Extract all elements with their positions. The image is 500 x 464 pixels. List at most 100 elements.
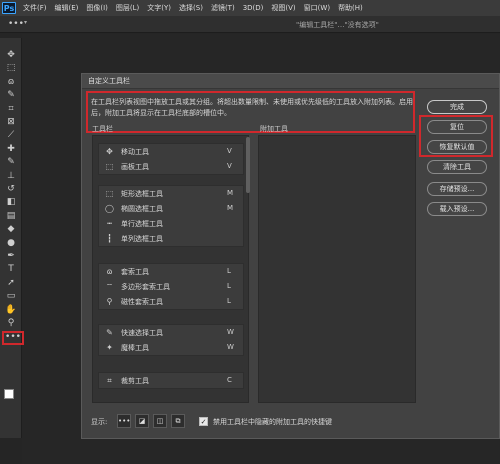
more-icon[interactable]: ••• <box>117 414 131 428</box>
blur-tool-icon[interactable]: ◆ <box>3 222 19 236</box>
tool-shortcut: V <box>227 162 232 170</box>
lasso-tool-icon[interactable]: ɷ <box>3 75 19 89</box>
tool-name: 椭圆选框工具 <box>121 205 163 213</box>
menu-layer[interactable]: 图层(L) <box>112 3 143 13</box>
menu-help[interactable]: 帮助(H) <box>334 3 367 13</box>
magic-wand-icon: ✦ <box>106 343 113 352</box>
screen-mode-icon[interactable]: ⧉ <box>171 414 185 428</box>
options-hint: "编辑工具栏"…"没有选项" <box>296 21 379 29</box>
crop-icon: ⌗ <box>107 376 112 385</box>
tool-name: 移动工具 <box>121 148 149 156</box>
tool-row[interactable]: ✎ 快速选择工具 W <box>99 325 243 340</box>
menu-3d[interactable]: 3D(D) <box>239 4 268 12</box>
tool-row[interactable]: ɷ 套索工具 L <box>99 264 243 279</box>
toolbar-list-scrollbar[interactable] <box>246 137 250 193</box>
more-tools-icon[interactable]: ••• <box>8 20 24 29</box>
stamp-tool-icon[interactable]: ⊥ <box>3 169 19 183</box>
history-brush-icon[interactable]: ↺ <box>3 182 19 196</box>
hand-tool-icon[interactable]: ✋ <box>3 303 19 317</box>
column-marquee-icon: ┇ <box>107 234 112 243</box>
crop-tool-icon[interactable]: ⌗ <box>3 102 19 116</box>
tool-row[interactable]: ⬚ 画板工具 V <box>99 159 243 174</box>
gradient-tool-icon[interactable]: ▤ <box>3 209 19 223</box>
menu-select[interactable]: 选择(S) <box>175 3 207 13</box>
menu-file[interactable]: 文件(F) <box>19 3 51 13</box>
tool-name: 单列选框工具 <box>121 235 163 243</box>
load-preset-button[interactable]: 载入预设... <box>427 202 487 216</box>
ellipse-marquee-icon: ◯ <box>105 204 114 213</box>
tool-name: 画板工具 <box>121 163 149 171</box>
menu-type[interactable]: 文字(Y) <box>143 3 175 13</box>
tool-shortcut: M <box>227 189 234 197</box>
healing-tool-icon[interactable]: ✚ <box>3 142 19 156</box>
tool-row[interactable]: ◯ 椭圆选框工具 M <box>99 201 243 216</box>
quick-select-icon: ✎ <box>106 328 113 337</box>
show-label: 显示: <box>91 418 108 426</box>
menu-view[interactable]: 视图(V) <box>267 3 299 13</box>
tool-shortcut: L <box>227 282 231 290</box>
lasso-icon: ɷ <box>106 267 113 276</box>
clear-tools-button[interactable]: 清除工具 <box>427 160 487 174</box>
rect-marquee-icon: ⬚ <box>105 189 114 198</box>
rectangle-tool-icon[interactable]: ▭ <box>3 289 19 303</box>
tool-group[interactable]: ⌗ 裁剪工具 C <box>98 372 244 389</box>
tool-name: 多边形套索工具 <box>121 283 170 291</box>
chevron-down-icon[interactable]: ▾ <box>24 19 27 26</box>
move-tool-icon[interactable]: ✥ <box>3 48 19 62</box>
tool-shortcut: L <box>227 297 231 305</box>
tool-row[interactable]: ⌔ 多边形套索工具 L <box>99 279 243 294</box>
tool-shortcut: W <box>227 328 234 336</box>
extra-tools-list[interactable] <box>258 135 416 403</box>
tool-group[interactable]: ⬚ 矩形选框工具 M ◯ 椭圆选框工具 M ┅ 单行选框工具 ┇ 单列选框工具 <box>98 185 244 247</box>
quick-mask-icon[interactable]: ◫ <box>153 414 167 428</box>
polygonal-lasso-icon: ⌔ <box>105 282 114 291</box>
tool-group[interactable]: ɷ 套索工具 L ⌔ 多边形套索工具 L ⚲ 磁性套索工具 L <box>98 263 244 310</box>
pen-tool-icon[interactable]: ✒ <box>3 249 19 263</box>
menu-image[interactable]: 图像(I) <box>82 3 112 13</box>
tool-row[interactable]: ⌗ 裁剪工具 C <box>99 373 243 388</box>
brush-tool-icon[interactable]: ✎ <box>3 155 19 169</box>
tool-row[interactable]: ✦ 魔棒工具 W <box>99 340 243 355</box>
reset-button[interactable]: 复位 <box>427 120 487 134</box>
dodge-tool-icon[interactable]: ● <box>3 236 19 250</box>
tool-shortcut: C <box>227 376 232 384</box>
menu-filter[interactable]: 滤镜(T) <box>207 3 239 13</box>
options-bar: ••• ▾ "编辑工具栏"…"没有选项" <box>0 16 500 33</box>
type-tool-icon[interactable]: T <box>3 262 19 276</box>
tool-row[interactable]: ⬚ 矩形选框工具 M <box>99 186 243 201</box>
toolbar-column-label: 工具栏 <box>92 125 113 133</box>
foreground-color-swatch[interactable] <box>4 389 14 399</box>
eraser-tool-icon[interactable]: ◧ <box>3 195 19 209</box>
customize-toolbar-dialog: 自定义工具栏 在工具栏列表视图中拖放工具或其分组。将超出数量限制、未使用或优先级… <box>81 73 500 439</box>
tool-row[interactable]: ┅ 单行选框工具 <box>99 216 243 231</box>
tool-name: 矩形选框工具 <box>121 190 163 198</box>
toolbar-list[interactable]: ✥ 移动工具 V ⬚ 画板工具 V ⬚ 矩形选框工具 M ◯ 椭圆选框工具 M ┅ 单行选框工具 ┇ 单列选框… <box>92 135 249 403</box>
done-button[interactable]: 完成 <box>427 100 487 114</box>
edit-toolbar-icon[interactable]: ••• <box>2 331 24 345</box>
tool-shortcut: W <box>227 343 234 351</box>
frame-tool-icon[interactable]: ⊠ <box>3 115 19 129</box>
row-marquee-icon: ┅ <box>107 219 112 228</box>
tool-name: 磁性套索工具 <box>121 298 163 306</box>
marquee-tool-icon[interactable]: ⬚ <box>3 61 19 75</box>
tool-shortcut: V <box>227 147 232 155</box>
quick-select-tool-icon[interactable]: ✎ <box>3 88 19 102</box>
restore-defaults-button[interactable]: 恢复默认值 <box>427 140 487 154</box>
tool-row[interactable]: ⚲ 磁性套索工具 L <box>99 294 243 309</box>
zoom-tool-icon[interactable]: ⚲ <box>3 316 19 330</box>
tool-group[interactable]: ✎ 快速选择工具 W ✦ 魔棒工具 W <box>98 324 244 356</box>
disable-shortcuts-checkbox[interactable]: ✓ <box>199 417 208 426</box>
eyedropper-tool-icon[interactable]: ⟋ <box>3 128 19 142</box>
tool-group[interactable]: ✥ 移动工具 V ⬚ 画板工具 V <box>98 143 244 175</box>
path-select-tool-icon[interactable]: ➚ <box>3 276 19 290</box>
tool-row[interactable]: ┇ 单列选框工具 <box>99 231 243 246</box>
menu-edit[interactable]: 编辑(E) <box>51 3 83 13</box>
tool-row[interactable]: ✥ 移动工具 V <box>99 144 243 159</box>
tool-name: 快速选择工具 <box>121 329 163 337</box>
tools-panel: ••• ✥ ⬚ ɷ ✎ ⌗ ⊠ ⟋ ✚ ✎ ⊥ ↺ ◧ ▤ ◆ ● ✒ T ➚ ▭ ✋ ⚲ <box>0 38 24 438</box>
magnetic-lasso-icon: ⚲ <box>106 297 113 306</box>
swap-colors-icon[interactable]: ◪ <box>135 414 149 428</box>
menu-window[interactable]: 窗口(W) <box>300 3 334 13</box>
move-icon: ✥ <box>106 147 113 156</box>
save-preset-button[interactable]: 存储预设... <box>427 182 487 196</box>
